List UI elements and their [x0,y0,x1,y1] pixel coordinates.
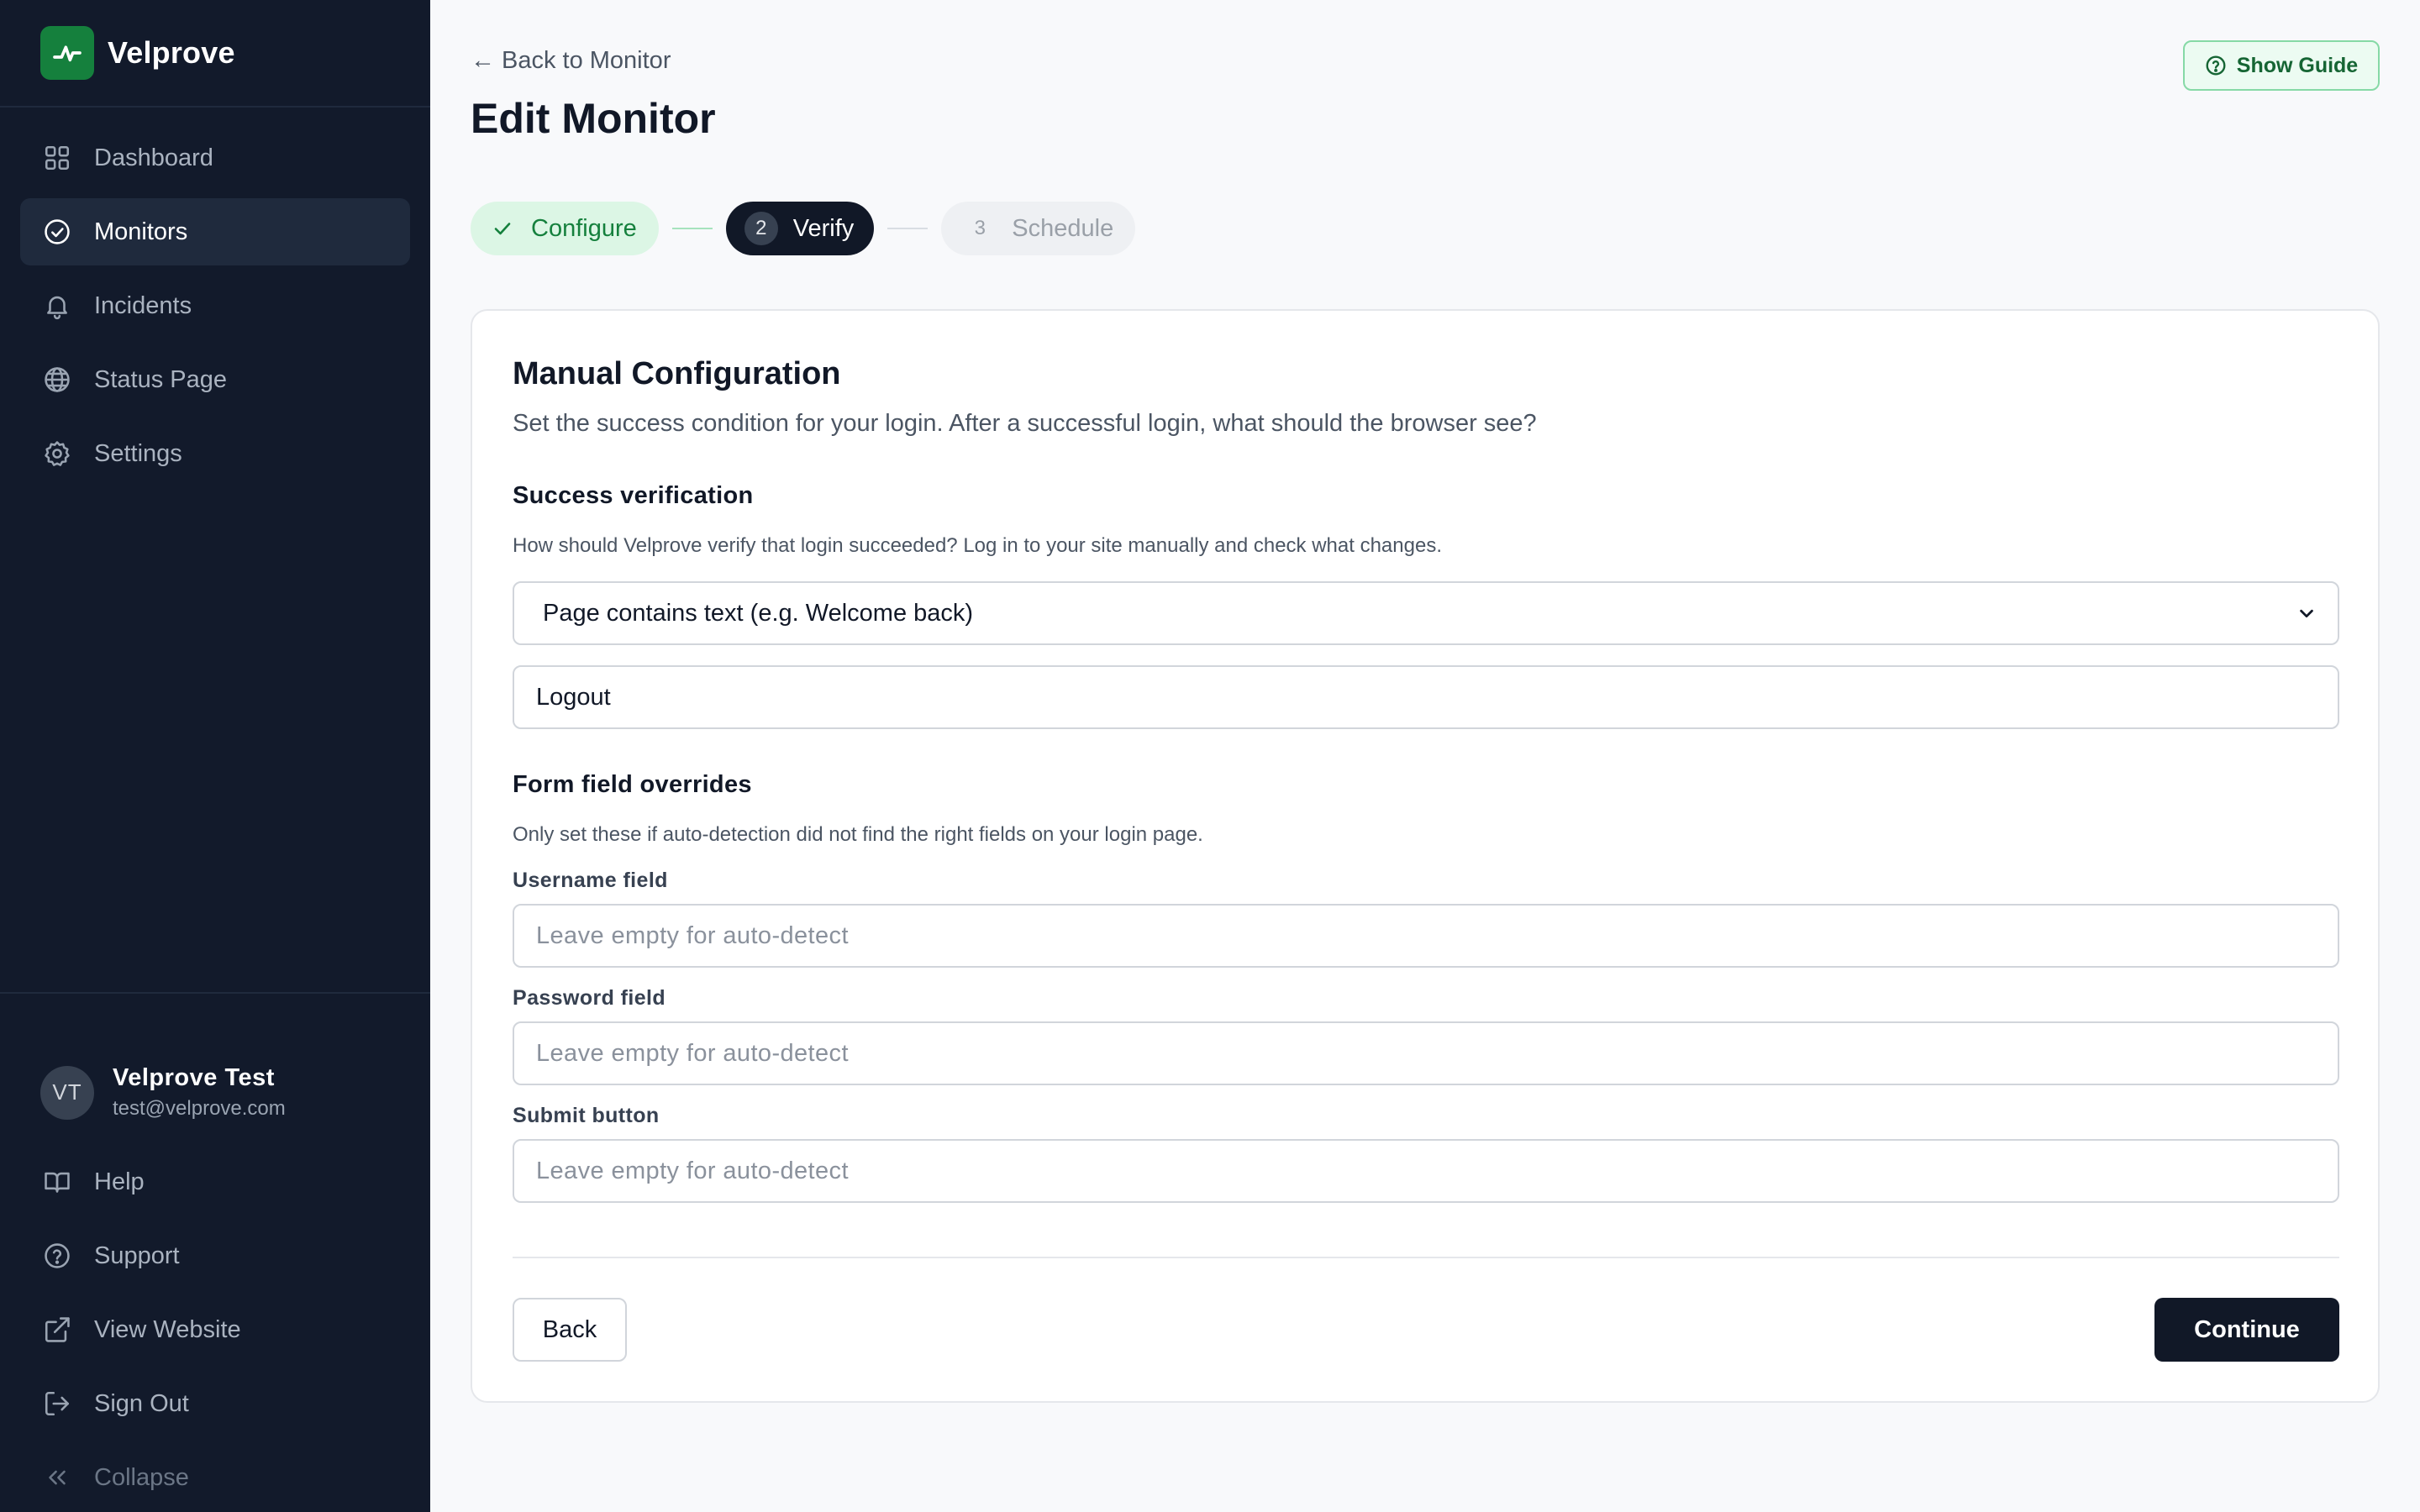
sidebar-link-label: View Website [94,1315,241,1343]
stepper: Configure 2 Verify 3 Schedule [471,202,1136,255]
step-label: Verify [792,214,855,242]
password-field-placeholder: Leave empty for auto-detect [536,1039,849,1067]
user-name: Velprove Test [113,1064,275,1091]
success-condition-select[interactable]: Page contains text (e.g. Welcome back) [513,581,2339,645]
card-subtitle: Set the success condition for your login… [513,410,1537,437]
brand-name: Velprove [108,35,235,70]
check-icon [492,218,513,239]
grid-icon [40,141,74,175]
continue-button[interactable]: Continue [2154,1298,2339,1362]
globe-icon [40,363,74,396]
sidebar-item-label: Incidents [94,291,192,319]
bell-icon [40,289,74,323]
username-field-placeholder: Leave empty for auto-detect [536,921,849,949]
step-number: 2 [744,212,778,245]
gear-icon [40,437,74,470]
sidebar-link-support[interactable]: Support [20,1219,410,1293]
submit-button-placeholder: Leave empty for auto-detect [536,1157,849,1184]
back-button[interactable]: Back [513,1298,627,1362]
username-field-label: Username field [513,869,668,892]
question-circle-icon [40,1239,74,1273]
sidebar-link-help[interactable]: Help [20,1145,410,1219]
step-connector [671,228,713,229]
main-content: ← Back to Monitor Edit Monitor Show Guid… [430,0,2420,1512]
submit-button-label: Submit button [513,1104,660,1127]
step-label: Schedule [1012,214,1114,242]
sidebar-item-status-page[interactable]: Status Page [20,346,410,413]
password-field-label: Password field [513,986,666,1010]
sidebar-link-label: Help [94,1168,145,1195]
sidebar-item-label: Status Page [94,365,227,393]
back-link-label: Back to Monitor [502,47,671,74]
form-field-overrides-description: Only set these if auto-detection did not… [513,823,1203,846]
step-schedule: 3 Schedule [941,202,1136,255]
sidebar-link-label: Collapse [94,1463,189,1491]
page-title: Edit Monitor [471,95,716,142]
sidebar: Velprove Dashboard Monitors Incidents St… [0,0,430,1512]
sidebar-item-incidents[interactable]: Incidents [20,272,410,339]
avatar: VT [40,1065,94,1120]
brand[interactable]: Velprove [0,0,430,108]
sidebar-footer: VT Velprove Test test@velprove.com Help [0,992,430,1512]
submit-button-input[interactable]: Leave empty for auto-detect [513,1139,2339,1203]
manual-configuration-card: Manual Configuration Set the success con… [471,309,2380,1403]
sidebar-item-label: Monitors [94,218,188,245]
step-configure[interactable]: Configure [471,202,659,255]
step-verify: 2 Verify [725,202,875,255]
success-verification-title: Success verification [513,482,754,509]
step-number: 3 [974,217,986,239]
sidebar-link-sign-out[interactable]: Sign Out [20,1367,410,1441]
form-field-overrides-title: Form field overrides [513,771,752,798]
chevrons-left-icon [40,1461,74,1494]
sidebar-collapse-button[interactable]: Collapse [20,1441,410,1512]
select-value: Page contains text (e.g. Welcome back) [543,599,974,627]
success-verification-description: How should Velprove verify that login su… [513,534,1442,557]
sidebar-link-view-website[interactable]: View Website [20,1293,410,1367]
external-link-icon [40,1313,74,1347]
main-nav: Dashboard Monitors Incidents Status Page… [0,108,430,487]
user-profile[interactable]: VT Velprove Test test@velprove.com [0,994,430,1145]
card-title: Manual Configuration [513,356,841,391]
step-connector [887,228,929,229]
back-to-monitor-link[interactable]: ← Back to Monitor [471,47,671,75]
arrow-left-icon: ← [471,47,495,74]
book-icon [40,1165,74,1199]
sign-out-icon [40,1387,74,1420]
activity-pulse-icon [40,26,94,80]
step-label: Configure [531,214,637,242]
show-guide-label: Show Guide [2236,53,2359,77]
sidebar-link-label: Support [94,1242,180,1269]
check-circle-icon [40,215,74,249]
chevron-down-icon [2297,604,2316,622]
sidebar-item-monitors[interactable]: Monitors [20,198,410,265]
sidebar-link-label: Sign Out [94,1389,189,1417]
help-circle-icon [2205,55,2227,76]
sidebar-item-settings[interactable]: Settings [20,420,410,487]
success-text-input[interactable]: Logout [513,665,2339,729]
show-guide-button[interactable]: Show Guide [2183,40,2380,91]
password-field-input[interactable]: Leave empty for auto-detect [513,1021,2339,1085]
user-email: test@velprove.com [113,1097,286,1120]
sidebar-item-dashboard[interactable]: Dashboard [20,124,410,192]
success-text-value: Logout [536,683,611,711]
username-field-input[interactable]: Leave empty for auto-detect [513,904,2339,968]
sidebar-item-label: Dashboard [94,144,213,171]
sidebar-item-label: Settings [94,439,182,467]
divider [513,1257,2339,1258]
